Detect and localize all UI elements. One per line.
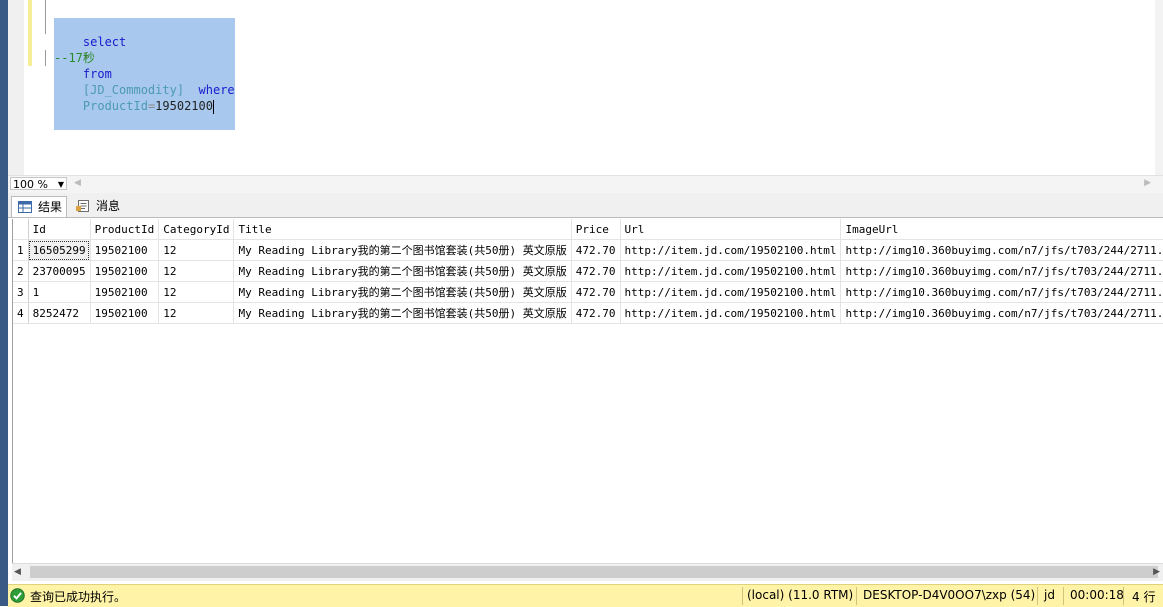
table-cell[interactable]: 16505299	[28, 239, 91, 261]
table-cell[interactable]: 12	[158, 302, 235, 324]
table-cell[interactable]: 19502100	[90, 281, 160, 303]
row-number[interactable]: 1	[13, 239, 29, 261]
tab-messages[interactable]: 消息	[70, 196, 132, 217]
table-row[interactable]: 2 23700095 19502100 12 My Reading Librar…	[13, 260, 1163, 282]
status-divider	[742, 587, 743, 605]
editor-zoom-row: 100 % ▼ ◀ ▶	[8, 175, 1163, 194]
status-elapsed: 00:00:18	[1070, 588, 1124, 602]
table-cell[interactable]: My Reading Library我的第二个图书馆套装(共50册) 英文原版	[233, 260, 572, 282]
table-row[interactable]: 1 16505299 19502100 12 My Reading Librar…	[13, 239, 1163, 261]
keyword-where: where	[198, 83, 235, 97]
column-header[interactable]: Id	[28, 219, 91, 240]
zoom-select[interactable]: 100 % ▼	[10, 177, 67, 191]
select-all-cell[interactable]	[13, 219, 29, 240]
column-name: ProductId	[82, 99, 148, 113]
outline-line	[45, 0, 46, 34]
scroll-left-icon[interactable]: ◀	[74, 178, 81, 188]
status-message: 查询已成功执行。	[30, 590, 127, 604]
filter-value: 19502100	[155, 99, 213, 113]
table-row[interactable]: 4 8252472 19502100 12 My Reading Library…	[13, 302, 1163, 324]
column-header[interactable]: Title	[233, 219, 572, 240]
column-header[interactable]: Price	[571, 219, 621, 240]
table-cell[interactable]: http://item.jd.com/19502100.html	[620, 239, 842, 261]
success-check-icon	[10, 588, 25, 603]
table-cell[interactable]: 472.70	[571, 239, 621, 261]
row-number[interactable]: 2	[13, 260, 29, 282]
results-tabs: 结果 消息	[8, 193, 1163, 218]
table-cell[interactable]: 8252472	[28, 302, 91, 324]
table-name: [JD_Commodity]	[82, 83, 185, 97]
row-number[interactable]: 4	[13, 302, 29, 324]
window-left-border	[0, 0, 8, 606]
results-grid[interactable]: Id ProductId CategoryId Title Price Url …	[12, 219, 1163, 563]
status-database: jd	[1044, 588, 1055, 602]
column-header[interactable]: ProductId	[90, 219, 160, 240]
status-divider	[1037, 587, 1038, 605]
editor-vertical-scrollbar[interactable]	[1155, 0, 1163, 175]
table-cell[interactable]: 19502100	[90, 239, 160, 261]
column-header[interactable]: Url	[620, 219, 842, 240]
scroll-right-icon[interactable]: ▶	[1153, 567, 1160, 577]
results-table: Id ProductId CategoryId Title Price Url …	[13, 219, 1163, 324]
table-cell[interactable]: 19502100	[90, 302, 160, 324]
keyword-from: from	[82, 67, 112, 81]
status-user: DESKTOP-D4V0OO7\zxp (54)	[863, 588, 1036, 602]
text-caret	[212, 99, 214, 114]
table-cell[interactable]: 1	[28, 281, 91, 303]
table-cell[interactable]: http://img10.360buyimg.com/n7/jfs/t703/2…	[840, 260, 1163, 282]
scrollbar-thumb[interactable]	[30, 566, 1158, 578]
scroll-left-icon[interactable]: ◀	[14, 567, 21, 577]
table-cell[interactable]: 19502100	[90, 260, 160, 282]
status-divider	[1063, 587, 1064, 605]
header-row: Id ProductId CategoryId Title Price Url …	[13, 219, 1163, 240]
zoom-value: 100 %	[13, 178, 48, 191]
query-line[interactable]: select * from [JD_Commodity] where Produ…	[54, 18, 235, 130]
table-cell[interactable]: http://img10.360buyimg.com/n7/jfs/t703/2…	[840, 281, 1163, 303]
message-icon	[76, 200, 89, 212]
table-cell[interactable]: 12	[158, 239, 235, 261]
table-cell[interactable]: 23700095	[28, 260, 91, 282]
table-cell[interactable]: My Reading Library我的第二个图书馆套装(共50册) 英文原版	[233, 239, 572, 261]
table-cell[interactable]: My Reading Library我的第二个图书馆套装(共50册) 英文原版	[233, 281, 572, 303]
scroll-right-icon[interactable]: ▶	[1144, 178, 1151, 188]
table-cell[interactable]: 472.70	[571, 260, 621, 282]
editor-gutter	[8, 0, 24, 175]
keyword-select: select	[82, 35, 127, 49]
tab-results-label: 结果	[38, 200, 63, 214]
table-cell[interactable]: http://img10.360buyimg.com/n7/jfs/t703/2…	[840, 302, 1163, 324]
table-cell[interactable]: 472.70	[571, 302, 621, 324]
table-cell[interactable]: http://item.jd.com/19502100.html	[620, 302, 842, 324]
table-row[interactable]: 3 1 19502100 12 My Reading Library我的第二个图…	[13, 281, 1163, 303]
tab-messages-label: 消息	[96, 199, 121, 213]
status-bar: 查询已成功执行。 (local) (11.0 RTM) DESKTOP-D4V0…	[8, 584, 1163, 607]
change-tracking-bar	[28, 0, 32, 66]
status-divider	[1123, 587, 1124, 605]
comment-line: --17秒	[54, 51, 95, 65]
table-cell[interactable]: http://item.jd.com/19502100.html	[620, 281, 842, 303]
outline-line	[45, 50, 46, 66]
grid-icon	[18, 201, 32, 213]
status-server: (local) (11.0 RTM)	[747, 588, 854, 602]
table-cell[interactable]: 12	[158, 260, 235, 282]
status-divider	[856, 587, 857, 605]
grid-horizontal-scrollbar[interactable]: ◀ ▶	[12, 563, 1163, 581]
table-cell[interactable]: http://item.jd.com/19502100.html	[620, 260, 842, 282]
table-cell[interactable]: My Reading Library我的第二个图书馆套装(共50册) 英文原版	[233, 302, 572, 324]
table-cell[interactable]: 472.70	[571, 281, 621, 303]
chevron-down-icon: ▼	[57, 180, 64, 189]
table-cell[interactable]: http://img10.360buyimg.com/n7/jfs/t703/2…	[840, 239, 1163, 261]
query-editor[interactable]: select * from [JD_Commodity] where Produ…	[8, 0, 1163, 175]
status-row-count: 4 行	[1132, 590, 1156, 604]
row-number[interactable]: 3	[13, 281, 29, 303]
table-cell[interactable]: 12	[158, 281, 235, 303]
column-header[interactable]: ImageUrl	[840, 219, 1163, 240]
column-header[interactable]: CategoryId	[158, 219, 235, 240]
tab-results[interactable]: 结果	[11, 196, 67, 217]
